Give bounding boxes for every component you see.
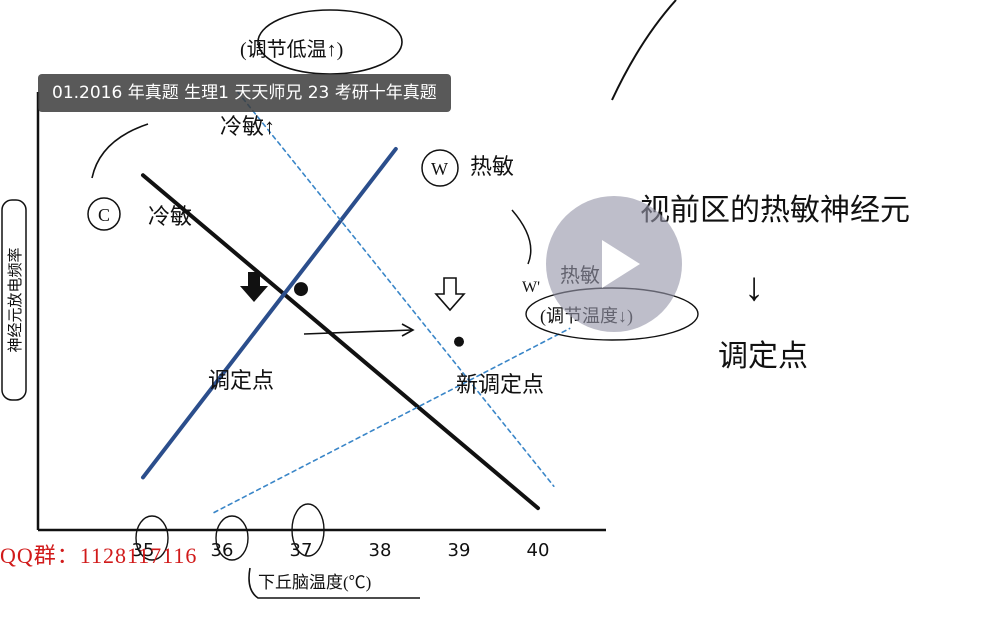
- video-title: 01.2016 年真题 生理1 天天师兄 23 考研十年真题: [38, 74, 451, 112]
- x-tick-label: 37: [290, 540, 313, 561]
- curl-arrow: [91, 123, 149, 179]
- y-axis-label-group: 神经元放电频率: [1, 199, 27, 401]
- new-set-point-label: 新调定点: [456, 372, 544, 397]
- video-player[interactable]: 35 36 37 38 39 40 神经元放电频率 下丘脑温度(℃) (调节低温↑) 冷敏…: [0, 0, 990, 622]
- series-line-0: [141, 173, 540, 511]
- hollow-down-arrow: [434, 277, 466, 312]
- shift-arrow: [303, 329, 413, 335]
- right-note-line2: 调定点: [718, 340, 808, 373]
- x-axis-label: 下丘脑温度(℃): [258, 573, 371, 592]
- play-button[interactable]: [546, 196, 682, 332]
- chart-points: [294, 282, 464, 347]
- chart-point-1: [454, 336, 464, 347]
- top-right-stroke: [611, 0, 677, 101]
- series-line-3: [213, 327, 571, 514]
- c-label: C: [98, 205, 110, 225]
- annotation-top: (调节低温↑): [240, 38, 343, 61]
- x-tick-label: 38: [369, 540, 392, 561]
- right-note-arrow: ↓: [744, 264, 764, 309]
- x-tick-label: 39: [448, 540, 471, 561]
- chart-point-0: [294, 282, 308, 297]
- y-axis-label: 神经元放电频率: [7, 247, 24, 352]
- w-text: 热敏: [470, 154, 514, 179]
- c-text: 冷敏: [148, 204, 192, 229]
- w2-label: W': [522, 279, 540, 296]
- qq-group-watermark: QQ群：1128117116: [0, 543, 198, 568]
- set-point-label: 调定点: [208, 368, 274, 393]
- x-tick-label: 40: [527, 540, 550, 561]
- w2-arrow: [511, 209, 532, 265]
- chart-axes: [36, 92, 606, 532]
- x-axis-label-group: 下丘脑温度(℃): [248, 567, 420, 599]
- x-tick-label: 36: [211, 540, 234, 561]
- play-icon: [602, 240, 640, 288]
- series-line-1: [141, 146, 398, 480]
- w-label: W: [431, 159, 448, 179]
- annotation-top2: 冷敏↑: [220, 114, 275, 139]
